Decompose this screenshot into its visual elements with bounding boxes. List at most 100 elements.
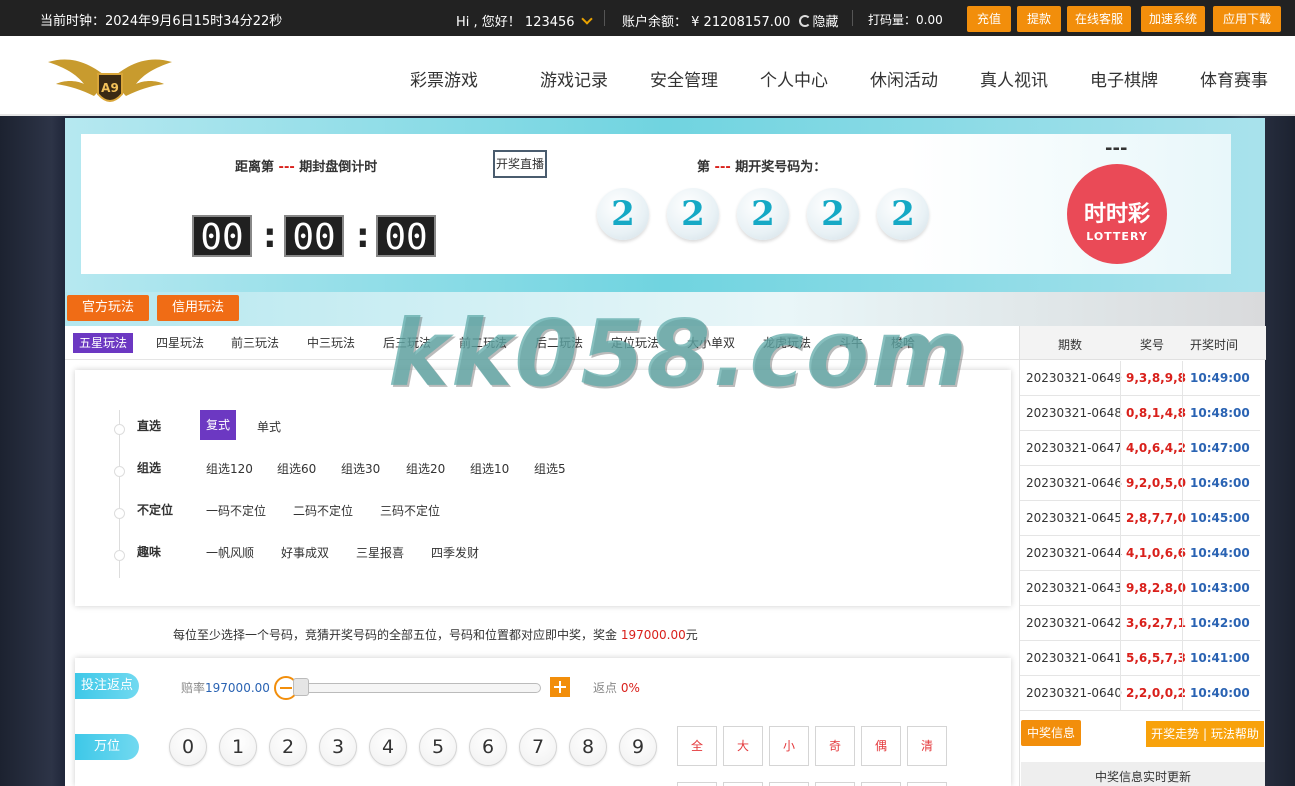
tab-big-small[interactable]: 大小单双 xyxy=(687,333,735,353)
nav-lottery-games[interactable]: 彩票游戏 xyxy=(410,66,478,91)
nav-sports[interactable]: 体育赛事 xyxy=(1200,66,1268,91)
tab-five-star[interactable]: 五星玩法 xyxy=(73,333,134,353)
table-row: 20230321-0640 2,2,0,0,2 10:40:00 xyxy=(1020,676,1260,711)
top-bar: 当前时钟：2024年9月6日15时34分22秒 Hi , 您好！ 123456 … xyxy=(0,0,1295,36)
rebate-tag: 投注返点 xyxy=(75,673,139,699)
nav-leisure-activities[interactable]: 休闲活动 xyxy=(870,66,938,91)
timeline-dot xyxy=(114,466,125,477)
header-issue: 期数 xyxy=(1058,338,1083,352)
number-ball[interactable]: 4 xyxy=(369,728,407,766)
tab-front-two[interactable]: 前二玩法 xyxy=(459,333,507,353)
option-one-unfixed[interactable]: 一码不定位 xyxy=(206,502,266,519)
number-ball[interactable]: 1 xyxy=(219,728,257,766)
quick-even-button[interactable]: 偶 xyxy=(861,726,901,766)
main-content: 距离第 --- 期封盘倒计时 开奖直播 00 : 00 : 00 第 --- 期… xyxy=(65,118,1266,786)
tab-credit-mode[interactable]: 信用玩法 xyxy=(157,295,239,321)
divider xyxy=(852,10,853,26)
nav-e-games[interactable]: 电子棋牌 xyxy=(1090,66,1158,91)
option-four-seasons[interactable]: 四季发财 xyxy=(431,544,479,561)
deposit-button[interactable]: 充值 xyxy=(967,6,1011,32)
timeline-dot xyxy=(114,508,125,519)
tab-four-star[interactable]: 四星玩法 xyxy=(156,333,204,353)
nav-security[interactable]: 安全管理 xyxy=(650,66,718,91)
tab-position[interactable]: 定位玩法 xyxy=(611,333,659,353)
option-single[interactable]: 单式 xyxy=(257,418,281,435)
nav-game-records[interactable]: 游戏记录 xyxy=(540,66,608,91)
app-download-button[interactable]: 应用下载 xyxy=(1213,6,1281,32)
option-group30[interactable]: 组选30 xyxy=(341,460,380,477)
option-three-star[interactable]: 三星报喜 xyxy=(356,544,404,561)
online-service-button[interactable]: 在线客服 xyxy=(1067,6,1131,32)
nav-live-video[interactable]: 真人视讯 xyxy=(980,66,1048,91)
quick-all-button[interactable]: 全 xyxy=(677,726,717,766)
option-compound[interactable]: 复式 xyxy=(200,410,236,440)
column-divider xyxy=(1182,501,1183,536)
row-time: 10:42:00 xyxy=(1190,616,1250,630)
row-issue: 20230321-0643 xyxy=(1026,581,1122,595)
tab-showhand[interactable]: 梭哈 xyxy=(891,333,915,353)
row-issue: 20230321-0647 xyxy=(1026,441,1122,455)
countdown-title: 距离第 --- 期封盘倒计时 xyxy=(235,156,377,175)
tab-middle-three[interactable]: 中三玩法 xyxy=(307,333,355,353)
column-divider xyxy=(1120,676,1121,711)
tab-bull[interactable]: 斗牛 xyxy=(839,333,863,353)
withdraw-button[interactable]: 提款 xyxy=(1017,6,1061,32)
nav-personal-center[interactable]: 个人中心 xyxy=(760,66,828,91)
number-ball[interactable]: 2 xyxy=(269,728,307,766)
column-divider xyxy=(1182,396,1183,431)
quick-small-button[interactable]: 小 xyxy=(769,726,809,766)
rebate-slider[interactable] xyxy=(297,683,541,693)
live-draw-button[interactable]: 开奖直播 xyxy=(493,150,547,178)
quick-big-button[interactable]: 大 xyxy=(723,726,763,766)
number-ball[interactable]: 5 xyxy=(419,728,457,766)
row-numbers: 4,1,0,6,6 xyxy=(1126,546,1186,560)
option-group5[interactable]: 组选5 xyxy=(534,460,566,477)
slider-handle[interactable] xyxy=(293,678,309,696)
quick-button-row2 xyxy=(907,782,947,786)
option-group20[interactable]: 组选20 xyxy=(406,460,445,477)
quick-button-row2 xyxy=(723,782,763,786)
tab-official-mode[interactable]: 官方玩法 xyxy=(67,295,149,321)
number-ball[interactable]: 0 xyxy=(169,728,207,766)
column-divider xyxy=(1182,676,1183,711)
quick-button-row2 xyxy=(815,782,855,786)
tab-dragon-tiger[interactable]: 龙虎玩法 xyxy=(763,333,811,353)
number-ball[interactable]: 9 xyxy=(619,728,657,766)
option-smooth-sailing[interactable]: 一帆风顺 xyxy=(206,544,254,561)
option-group10[interactable]: 组选10 xyxy=(470,460,509,477)
hide-balance-button[interactable]: 隐藏 xyxy=(813,15,839,30)
tab-front-three[interactable]: 前三玩法 xyxy=(231,333,279,353)
column-divider xyxy=(1120,431,1121,466)
number-ball[interactable]: 8 xyxy=(569,728,607,766)
trend-help-button[interactable]: 开奖走势 | 玩法帮助 xyxy=(1146,721,1264,747)
option-two-unfixed[interactable]: 二码不定位 xyxy=(293,502,353,519)
row-numbers: 4,0,6,4,2 xyxy=(1126,441,1186,455)
countdown-suffix: 期封盘倒计时 xyxy=(299,160,378,175)
win-info-button[interactable]: 中奖信息 xyxy=(1021,720,1081,746)
tab-back-three[interactable]: 后三玩法 xyxy=(383,333,431,353)
option-group60[interactable]: 组选60 xyxy=(277,460,316,477)
column-divider xyxy=(1120,536,1121,571)
tab-back-two[interactable]: 后二玩法 xyxy=(535,333,583,353)
logo[interactable]: A9 xyxy=(48,50,172,112)
number-ball[interactable]: 7 xyxy=(519,728,557,766)
row-time: 10:47:00 xyxy=(1190,441,1250,455)
user-greeting-menu[interactable]: Hi , 您好！ 123456 xyxy=(456,11,593,30)
column-divider xyxy=(1120,606,1121,641)
number-ball[interactable]: 6 xyxy=(469,728,507,766)
countdown-issue: --- xyxy=(278,160,295,175)
divider xyxy=(604,10,605,26)
quick-odd-button[interactable]: 奇 xyxy=(815,726,855,766)
option-three-unfixed[interactable]: 三码不定位 xyxy=(380,502,440,519)
refresh-icon[interactable] xyxy=(798,15,811,27)
quick-clear-button[interactable]: 清 xyxy=(907,726,947,766)
description-unit: 元 xyxy=(685,628,698,642)
option-group120[interactable]: 组选120 xyxy=(206,460,253,477)
table-row: 20230321-0641 5,6,5,7,3 10:41:00 xyxy=(1020,641,1260,676)
column-divider xyxy=(1182,536,1183,571)
table-row: 20230321-0644 4,1,0,6,6 10:44:00 xyxy=(1020,536,1260,571)
plus-icon[interactable] xyxy=(550,677,570,697)
accelerate-button[interactable]: 加速系统 xyxy=(1141,6,1205,32)
option-double-luck[interactable]: 好事成双 xyxy=(281,544,329,561)
number-ball[interactable]: 3 xyxy=(319,728,357,766)
